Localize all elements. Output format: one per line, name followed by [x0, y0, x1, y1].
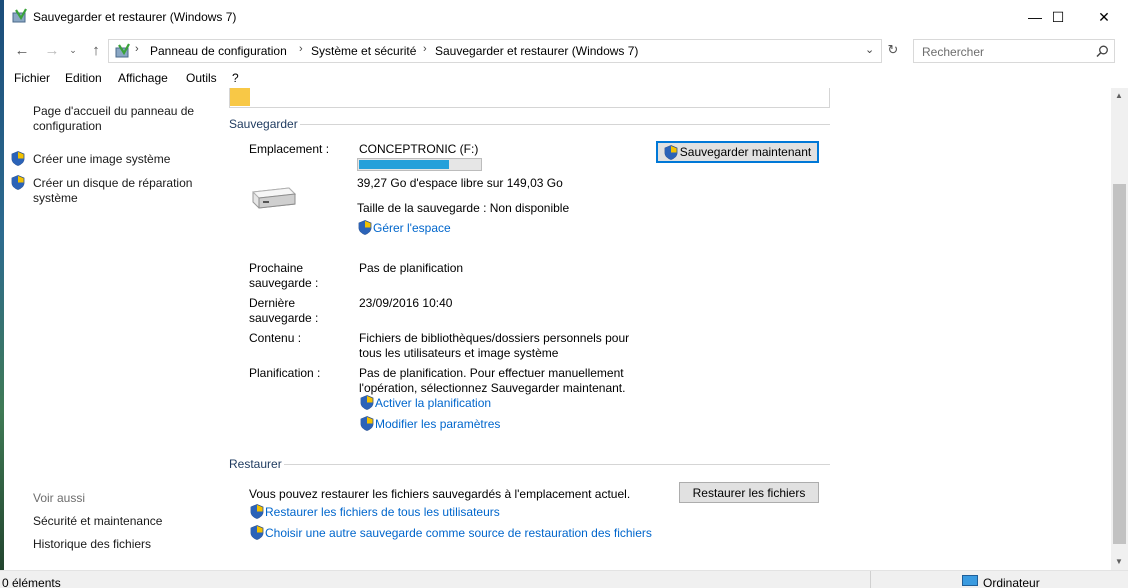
search-input[interactable]: Rechercher — [913, 39, 1115, 63]
item-count: 0 éléments — [2, 576, 61, 588]
schedule-label: Planification : — [249, 366, 321, 380]
breadcrumb-backup-restore[interactable]: Sauvegarder et restaurer (Windows 7) — [435, 44, 638, 58]
control-panel-home-link[interactable]: Page d'accueil du panneau de configurati… — [33, 104, 194, 133]
contents-value: Fichiers de bibliothèques/dossiers perso… — [359, 331, 630, 360]
backup-section-divider — [300, 124, 830, 125]
create-system-image-link[interactable]: Créer une image système — [33, 152, 170, 167]
menu-edit[interactable]: Edition — [65, 71, 102, 85]
restore-files-label: Restaurer les fichiers — [692, 485, 806, 500]
address-dropdown-chevron-icon[interactable]: ⌄ — [865, 43, 874, 56]
left-pane-home-link[interactable]: Page d'accueil du panneau de configurati… — [33, 104, 203, 134]
see-also-heading: Voir aussi — [33, 491, 86, 505]
restore-description: Vous pouvez restaurer les fichiers sauve… — [249, 487, 631, 501]
drive-usage-fill — [359, 160, 449, 169]
contents-label: Contenu : — [249, 331, 302, 345]
restore-files-button[interactable]: Restaurer les fichiers — [679, 482, 819, 503]
menu-file[interactable]: Fichier — [14, 71, 50, 85]
create-repair-disc-link[interactable]: Créer un disque de réparation système — [33, 176, 203, 206]
maximize-icon: ☐ — [1051, 8, 1065, 25]
breadcrumb-separator-icon: › — [423, 43, 427, 55]
navigation-bar: ← → ⌄ ↑ › Panneau de configuration › Sys… — [4, 34, 1128, 66]
uac-shield-icon — [360, 416, 374, 431]
uac-shield-icon — [250, 525, 264, 540]
menu-help[interactable]: ? — [232, 71, 239, 85]
backup-now-button[interactable]: Sauvegarder maintenant — [656, 141, 819, 163]
uac-shield-icon — [250, 504, 264, 519]
backup-now-label: Sauvegarder maintenant — [679, 145, 812, 159]
backup-section-title: Sauvegarder — [229, 117, 298, 131]
refresh-icon[interactable]: ↻ — [884, 42, 902, 60]
drive-name: CONCEPTRONIC (F:) — [359, 142, 479, 156]
next-backup-value: Pas de planification — [359, 261, 464, 275]
backup-size-text: Taille de la sauvegarde : Non disponible — [357, 201, 570, 215]
close-icon: ✕ — [1098, 8, 1110, 25]
security-maintenance-link[interactable]: Sécurité et maintenance — [33, 514, 162, 529]
last-backup-value: 23/09/2016 10:40 — [359, 296, 453, 310]
choose-other-backup-link[interactable]: Choisir une autre sauvegarde comme sourc… — [265, 526, 652, 540]
desktop-background-strip — [0, 0, 4, 588]
recent-locations-chevron-icon[interactable]: ⌄ — [66, 40, 80, 60]
next-backup-label: Prochaine sauvegarde : — [249, 261, 319, 290]
address-bar[interactable]: › Panneau de configuration › Système et … — [108, 39, 882, 63]
breadcrumb-separator-icon: › — [135, 43, 139, 55]
restore-section-divider — [284, 464, 830, 465]
schedule-value: Pas de planification. Pour effectuer man… — [359, 366, 626, 395]
forward-arrow-icon[interactable]: → — [42, 40, 62, 60]
free-space-text: 39,27 Go d'espace libre sur 149,03 Go — [357, 176, 563, 190]
file-history-link[interactable]: Historique des fichiers — [33, 537, 151, 552]
drive-usage-bar — [357, 158, 482, 171]
manage-space-link[interactable]: Gérer l'espace — [373, 221, 451, 235]
restore-section-title: Restaurer — [229, 457, 282, 471]
hard-drive-icon — [251, 187, 297, 209]
menu-bar: Fichier Edition Affichage Outils ? — [4, 68, 1128, 88]
info-banner-folder-icon — [230, 88, 250, 106]
computer-icon — [962, 575, 978, 586]
backup-restore-icon — [12, 8, 27, 23]
status-location: Ordinateur — [983, 576, 1040, 588]
window-title: Sauvegarder et restaurer (Windows 7) — [33, 10, 237, 24]
uac-shield-icon — [360, 395, 374, 410]
breadcrumb-separator-icon: › — [299, 43, 303, 55]
vertical-scrollbar[interactable]: ▲ ▼ — [1111, 88, 1128, 570]
scroll-up-icon[interactable]: ▲ — [1115, 91, 1123, 100]
search-icon[interactable] — [1096, 45, 1109, 58]
search-placeholder: Rechercher — [922, 45, 985, 59]
title-bar[interactable]: Sauvegarder et restaurer (Windows 7) — ☐… — [4, 0, 1128, 34]
uac-shield-icon — [358, 220, 372, 235]
enable-schedule-link[interactable]: Activer la planification — [375, 396, 491, 410]
last-backup-label: Dernière sauvegarde : — [249, 296, 319, 325]
restore-all-users-link[interactable]: Restaurer les fichiers de tous les utili… — [265, 505, 500, 519]
menu-view[interactable]: Affichage — [118, 71, 168, 85]
breadcrumb-control-panel[interactable]: Panneau de configuration — [150, 44, 287, 58]
change-settings-link[interactable]: Modifier les paramètres — [375, 417, 500, 431]
info-banner — [229, 88, 830, 108]
back-arrow-icon[interactable]: ← — [12, 40, 32, 60]
uac-shield-icon — [664, 144, 678, 160]
scrollbar-thumb[interactable] — [1113, 184, 1126, 544]
uac-shield-icon — [11, 151, 25, 166]
status-bar: 0 éléments Ordinateur — [0, 570, 1128, 588]
menu-tools[interactable]: Outils — [186, 71, 217, 85]
close-button[interactable]: ✕ — [1081, 0, 1127, 34]
uac-shield-icon — [11, 175, 25, 190]
up-arrow-icon[interactable]: ↑ — [86, 40, 106, 60]
scroll-down-icon[interactable]: ▼ — [1115, 557, 1123, 566]
control-panel-icon — [115, 43, 130, 58]
status-divider — [870, 571, 871, 588]
maximize-button[interactable]: ☐ — [1035, 0, 1081, 34]
breadcrumb-system-security[interactable]: Système et sécurité — [311, 44, 416, 58]
location-label: Emplacement : — [249, 142, 330, 156]
